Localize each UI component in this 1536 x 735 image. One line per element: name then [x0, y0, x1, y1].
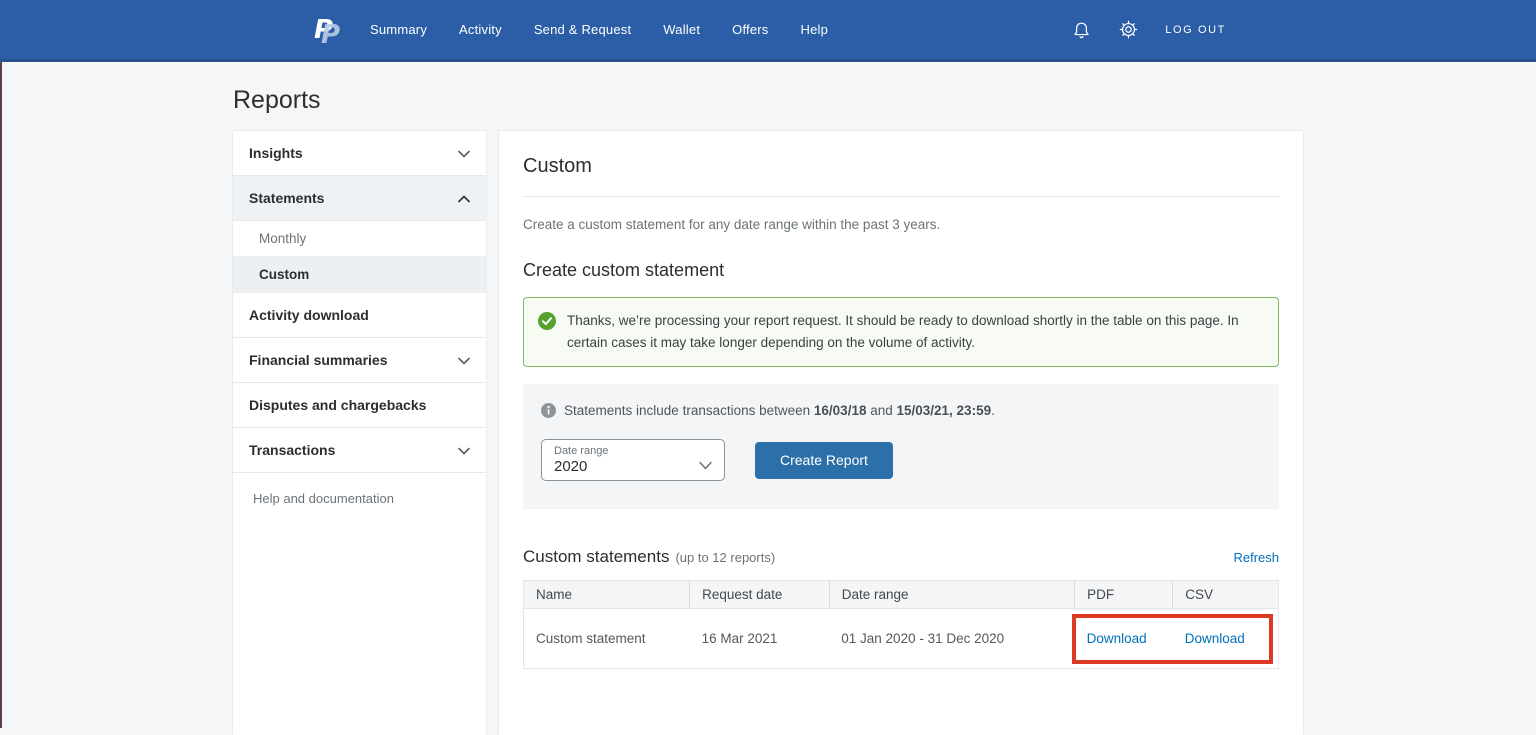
- date-range-select[interactable]: Date range 2020: [541, 439, 725, 481]
- chevron-down-icon: [458, 145, 470, 161]
- cell-statement-name: Custom statement: [524, 609, 690, 669]
- paypal-logo-icon[interactable]: P P: [314, 14, 342, 46]
- page-title: Reports: [233, 62, 1303, 131]
- sidebar-item-disputes-chargebacks[interactable]: Disputes and chargebacks: [233, 383, 486, 428]
- nav-item-send-request[interactable]: Send & Request: [534, 22, 631, 37]
- table-row: Custom statement 16 Mar 2021 01 Jan 2020…: [524, 609, 1279, 669]
- success-alert-text: Thanks, we’re processing your report req…: [567, 310, 1262, 353]
- date-range-value: 2020: [554, 458, 712, 475]
- cell-request-date: 16 Mar 2021: [690, 609, 830, 669]
- col-header-csv: CSV: [1173, 581, 1279, 609]
- sidebar-item-label: Activity download: [249, 307, 369, 323]
- sidebar-item-activity-download[interactable]: Activity download: [233, 293, 486, 338]
- info-suffix: .: [991, 403, 995, 418]
- sidebar-item-transactions[interactable]: Transactions: [233, 428, 486, 473]
- table-header-row: Name Request date Date range PDF CSV: [524, 581, 1279, 609]
- nav-item-wallet[interactable]: Wallet: [663, 22, 700, 37]
- info-icon: [541, 403, 556, 418]
- statements-table-wrap: Name Request date Date range PDF CSV Cus…: [523, 580, 1279, 669]
- notifications-bell-icon[interactable]: [1071, 19, 1092, 41]
- info-end-date: 15/03/21, 23:59: [897, 403, 992, 418]
- sidebar-item-help-documentation[interactable]: Help and documentation: [233, 473, 486, 524]
- top-navbar: P P Summary Activity Send & Request Wall…: [0, 0, 1536, 62]
- sidebar-item-custom[interactable]: Custom: [233, 257, 486, 293]
- col-header-name: Name: [524, 581, 690, 609]
- sidebar-item-label: Disputes and chargebacks: [249, 397, 426, 413]
- date-range-label: Date range: [554, 445, 712, 457]
- cell-date-range: 01 Jan 2020 - 31 Dec 2020: [829, 609, 1074, 669]
- col-header-date-range: Date range: [829, 581, 1074, 609]
- primary-nav: Summary Activity Send & Request Wallet O…: [370, 22, 828, 37]
- sidebar-item-label: Transactions: [249, 442, 335, 458]
- reports-sidebar: Insights Statements Monthly Custom Activ…: [233, 131, 486, 735]
- chevron-down-icon: [699, 457, 712, 475]
- info-join: and: [866, 403, 896, 418]
- sidebar-item-label: Financial summaries: [249, 352, 388, 368]
- pdf-download-link[interactable]: Download: [1087, 631, 1147, 646]
- info-prefix: Statements include transactions between: [564, 403, 814, 418]
- csv-download-link[interactable]: Download: [1185, 631, 1245, 646]
- log-out-button[interactable]: LOG OUT: [1165, 24, 1226, 36]
- sidebar-item-label: Insights: [249, 145, 303, 161]
- col-header-pdf: PDF: [1075, 581, 1173, 609]
- create-report-button[interactable]: Create Report: [755, 442, 893, 479]
- custom-section-title: Custom: [523, 155, 1279, 178]
- svg-text:P: P: [321, 20, 340, 46]
- nav-item-activity[interactable]: Activity: [459, 22, 502, 37]
- sidebar-item-financial-summaries[interactable]: Financial summaries: [233, 338, 486, 383]
- col-header-request-date: Request date: [690, 581, 830, 609]
- left-edge-strip: [0, 62, 2, 728]
- settings-gear-icon[interactable]: [1118, 19, 1139, 40]
- sidebar-item-label: Statements: [249, 190, 324, 206]
- custom-statements-subtitle: (up to 12 reports): [675, 550, 775, 565]
- refresh-link[interactable]: Refresh: [1233, 550, 1279, 565]
- custom-statement-panel: Custom Create a custom statement for any…: [499, 131, 1303, 735]
- custom-description: Create a custom statement for any date r…: [523, 217, 1279, 232]
- nav-item-summary[interactable]: Summary: [370, 22, 427, 37]
- sidebar-item-monthly[interactable]: Monthly: [233, 221, 486, 257]
- sidebar-item-statements[interactable]: Statements: [233, 176, 486, 221]
- create-report-panel: Statements include transactions between …: [523, 384, 1279, 509]
- statement-range-info: Statements include transactions between …: [564, 403, 995, 418]
- success-alert: Thanks, we’re processing your report req…: [523, 297, 1279, 367]
- chevron-down-icon: [458, 442, 470, 458]
- nav-item-help[interactable]: Help: [801, 22, 829, 37]
- info-start-date: 16/03/18: [814, 403, 867, 418]
- sidebar-item-insights[interactable]: Insights: [233, 131, 486, 176]
- success-check-icon: [538, 312, 556, 330]
- title-divider: [523, 196, 1279, 197]
- chevron-down-icon: [458, 352, 470, 368]
- create-custom-statement-title: Create custom statement: [523, 260, 1279, 281]
- nav-item-offers[interactable]: Offers: [732, 22, 768, 37]
- chevron-up-icon: [458, 190, 470, 206]
- custom-statements-title: Custom statements: [523, 547, 669, 567]
- statements-table: Name Request date Date range PDF CSV Cus…: [523, 580, 1279, 669]
